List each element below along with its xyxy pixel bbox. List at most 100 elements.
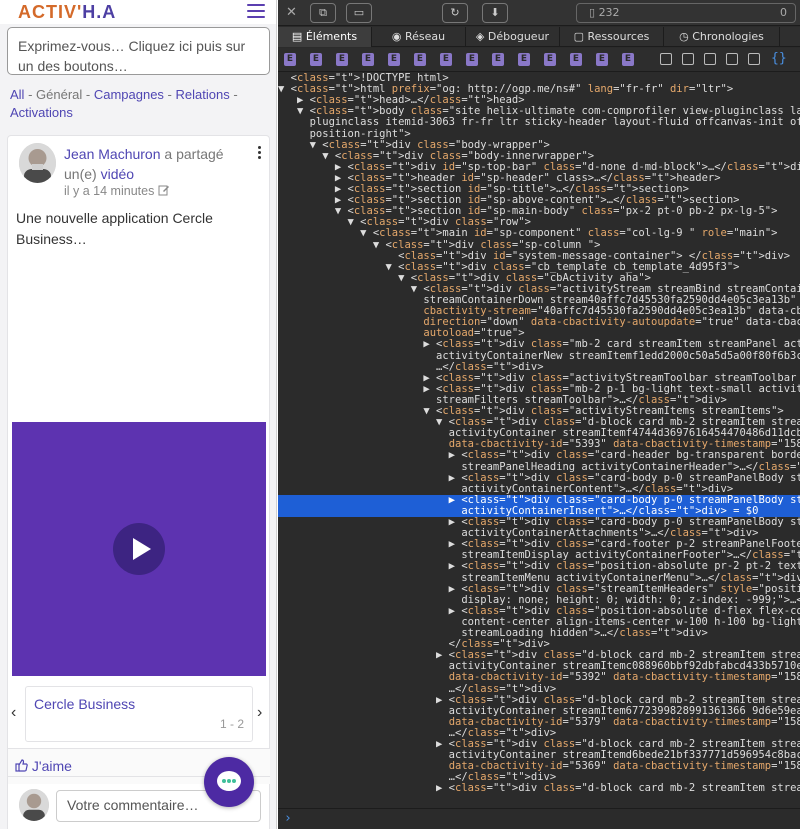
breadcrumb-item[interactable]: E xyxy=(336,53,348,66)
logo-main: ACTIV' xyxy=(18,2,83,22)
author-name-link[interactable]: Jean Machuron xyxy=(64,146,161,162)
tab-label: Chronologies xyxy=(692,30,764,43)
site-header: ACTIV'H.A xyxy=(0,0,276,24)
post-status-input[interactable]: Exprimez-vous… Cliquez ici puis sur un d… xyxy=(7,27,270,75)
dom-tree-line[interactable]: ▶ <class="t">div class="d-block card mb-… xyxy=(278,694,800,706)
debugger-tab-icon: ◈ xyxy=(475,30,485,43)
chevron-left-icon[interactable]: ‹ xyxy=(11,704,16,722)
layout-icon[interactable] xyxy=(660,53,672,65)
filter-activations[interactable]: Activations xyxy=(10,105,73,120)
tab-resources[interactable]: ▢ Ressources xyxy=(560,27,664,47)
tab-timelines[interactable]: ◷ Chronologies xyxy=(664,27,780,47)
style-braces-icon[interactable]: {} xyxy=(771,51,787,66)
error-count: 0 xyxy=(780,6,787,19)
breadcrumb-item[interactable]: E xyxy=(284,53,296,66)
filter-separator: - xyxy=(24,87,37,102)
download-icon[interactable]: ⬇ xyxy=(482,3,508,23)
console-prompt[interactable]: › xyxy=(278,808,800,829)
mobile-page-panel: ACTIV'H.A Exprimez-vous… Cliquez ici pui… xyxy=(0,0,277,829)
filter-all[interactable]: All xyxy=(10,87,24,102)
chevron-right-icon[interactable]: › xyxy=(257,704,262,722)
inspector-tabs: ▤ Éléments ◉ Réseau ◈ Débogueur ▢ Ressou… xyxy=(278,27,800,47)
tab-label: Débogueur xyxy=(487,30,550,43)
inspector-toolbar: ✕ ⧉ ▭ ↻ ⬇ ▯ 232 0 xyxy=(278,0,800,26)
network-tab-icon: ◉ xyxy=(391,30,402,43)
play-icon[interactable] xyxy=(113,523,165,575)
dom-tree-line[interactable]: ▶ <class="t">div class="card-body p-0 st… xyxy=(278,472,800,484)
reload-icon[interactable]: ↻ xyxy=(442,3,468,23)
filter-general[interactable]: Général xyxy=(36,87,82,102)
activity-card: Jean Machuron a partagé un(e) vidéo il y… xyxy=(7,135,270,829)
post-timestamp: il y a 14 minutes xyxy=(64,184,170,198)
breadcrumb-item[interactable]: E xyxy=(414,53,426,66)
author-avatar[interactable] xyxy=(19,143,56,183)
post-menu-icon[interactable] xyxy=(258,146,262,160)
dom-tree-line[interactable]: …</class="t">div> xyxy=(278,683,800,695)
video-player[interactable] xyxy=(12,422,266,676)
post-body-text: Une nouvelle application Cercle Business… xyxy=(16,210,213,247)
dom-tree-line[interactable]: activityContainerNew streamItemf1edd2000… xyxy=(278,350,800,362)
dom-tree-line[interactable]: ▶ <class="t">div class="card-header bg-t… xyxy=(278,450,800,461)
filter-separator: - xyxy=(82,87,94,102)
tab-label: Ressources xyxy=(587,30,650,43)
tab-label: Éléments xyxy=(305,30,358,43)
resource-status[interactable]: ▯ 232 0 xyxy=(576,3,796,23)
breadcrumb-item[interactable]: E xyxy=(596,53,608,66)
print-icon[interactable] xyxy=(682,53,694,65)
like-label: J'aime xyxy=(31,758,72,774)
chat-bubble-icon[interactable] xyxy=(204,757,254,807)
undock-icon[interactable]: ⧉ xyxy=(310,3,336,23)
filter-separator: - xyxy=(229,87,238,102)
breadcrumb-item[interactable]: E xyxy=(622,53,634,66)
breadcrumb-item[interactable]: E xyxy=(466,53,478,66)
tab-debugger[interactable]: ◈ Débogueur xyxy=(466,27,560,47)
elements-tab-icon: ▤ xyxy=(291,30,303,43)
breadcrumb-item[interactable]: E xyxy=(310,53,322,66)
resource-count: 232 xyxy=(598,6,620,19)
filter-relations[interactable]: Relations xyxy=(176,87,230,102)
timelines-tab-icon: ◷ xyxy=(679,30,689,43)
dom-tree-line[interactable]: pluginclass itemid-3063 fr-fr ltr sticky… xyxy=(278,117,800,128)
dom-tree-line[interactable]: ▶ <class="t">div class="d-block card mb-… xyxy=(278,783,800,794)
filter-campaigns[interactable]: Campagnes xyxy=(94,87,164,102)
attachment-carousel: ‹ Cercle Business 1 - 2 › xyxy=(8,686,270,744)
dock-bottom-icon[interactable]: ▭ xyxy=(346,3,372,23)
web-inspector: ✕ ⧉ ▭ ↻ ⬇ ▯ 232 0 ▤ Éléments ◉ Réseau ◈ D… xyxy=(278,0,800,829)
filter-separator: - xyxy=(163,87,176,102)
dom-breadcrumb: E E E E E E E E E E E E E E {} xyxy=(278,48,800,72)
breadcrumb-item[interactable]: E xyxy=(544,53,556,66)
breadcrumb-item[interactable]: E xyxy=(362,53,374,66)
post-time-text: il y a 14 minutes xyxy=(64,184,155,198)
attachment-counter: 1 - 2 xyxy=(219,717,244,731)
dom-tree-line[interactable]: ▼ <class="t">main id="sp-component" clas… xyxy=(278,228,800,239)
dom-tree-line[interactable]: streamPanelHeading activityContainerHead… xyxy=(278,461,800,473)
breadcrumb-item[interactable]: E xyxy=(440,53,452,66)
video-link[interactable]: vidéo xyxy=(101,166,134,182)
breadcrumb-item[interactable]: E xyxy=(388,53,400,66)
dom-tree[interactable]: <class="t">!DOCTYPE html> ▼ <class="t">ht… xyxy=(278,73,800,808)
site-logo[interactable]: ACTIV'H.A xyxy=(18,2,116,23)
dom-tree-line[interactable]: <class="t">div id="system-message-contai… xyxy=(278,250,800,262)
like-button[interactable]: J'aime xyxy=(15,758,72,774)
breadcrumb-item[interactable]: E xyxy=(570,53,582,66)
tab-label: Réseau xyxy=(404,30,446,43)
activity-filters: All - Général - Campagnes - Relations - … xyxy=(10,86,270,122)
box-model-icon[interactable] xyxy=(704,53,716,65)
tab-elements[interactable]: ▤ Éléments xyxy=(278,27,372,47)
dom-tree-line[interactable]: ▶ <class="t">div class="mb-2 card stream… xyxy=(278,339,800,350)
dom-tree-line[interactable]: data-cbactivity-id="5392" data-cbactivit… xyxy=(278,672,800,683)
resources-tab-icon: ▢ xyxy=(573,30,584,43)
edit-icon[interactable] xyxy=(158,184,170,196)
current-user-avatar xyxy=(19,789,49,821)
close-icon[interactable]: ✕ xyxy=(286,5,297,20)
post-author-line: Jean Machuron a partagé un(e) vidéo xyxy=(64,144,244,184)
breadcrumb-item[interactable]: E xyxy=(518,53,530,66)
attachment-title[interactable]: Cercle Business xyxy=(34,696,135,712)
dom-tree-line[interactable]: ▶ <class="t">div class="streamItemHeader… xyxy=(278,583,800,595)
tab-network[interactable]: ◉ Réseau xyxy=(372,27,466,47)
grid-icon[interactable] xyxy=(726,53,738,65)
attachment-card[interactable]: Cercle Business 1 - 2 xyxy=(25,686,253,742)
compositing-icon[interactable] xyxy=(748,53,760,65)
breadcrumb-item[interactable]: E xyxy=(492,53,504,66)
hamburger-menu-icon[interactable] xyxy=(247,4,265,18)
